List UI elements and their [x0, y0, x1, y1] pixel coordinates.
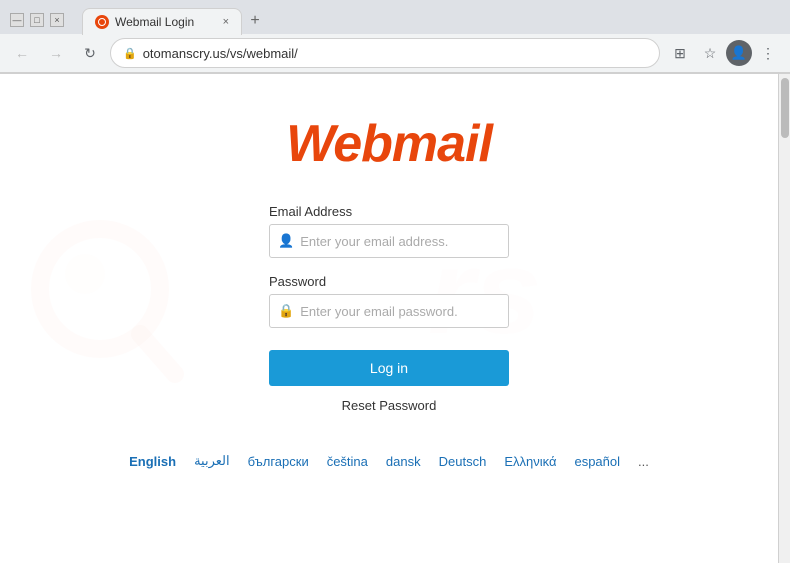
url-text: otomanscry.us/vs/webmail/ — [143, 46, 298, 61]
lang-item-ar[interactable]: العربية — [194, 453, 230, 469]
tab-title: Webmail Login — [115, 15, 194, 29]
login-button[interactable]: Log in — [269, 350, 509, 386]
menu-button[interactable]: ⋮ — [754, 39, 782, 67]
user-icon: 👤 — [278, 233, 294, 249]
page-content: rs Webmail Email Address 👤 Password 🔒 — [0, 74, 778, 563]
extensions-button[interactable]: ⊞ — [666, 39, 694, 67]
scrollbar[interactable] — [778, 74, 790, 563]
password-input-wrapper: 🔒 — [269, 294, 509, 328]
reset-password-link[interactable]: Reset Password — [342, 398, 437, 413]
nav-right-controls: ⊞ ☆ 👤 ⋮ — [666, 39, 782, 67]
email-label: Email Address — [269, 204, 509, 219]
login-container: Webmail Email Address 👤 Password 🔒 Log i… — [0, 74, 778, 563]
new-tab-button[interactable]: + — [242, 8, 268, 34]
back-button[interactable]: ← — [8, 39, 36, 67]
tab-favicon — [95, 15, 109, 29]
address-bar[interactable]: 🔒 otomanscry.us/vs/webmail/ — [110, 38, 660, 68]
lang-item-de[interactable]: Deutsch — [439, 454, 487, 469]
reload-button[interactable]: ↻ — [76, 39, 104, 67]
title-bar: — □ × Webmail Login × + — [0, 0, 790, 34]
lang-item-da[interactable]: dansk — [386, 454, 421, 469]
window-controls[interactable]: — □ × — [10, 13, 64, 27]
active-tab[interactable]: Webmail Login × — [82, 8, 242, 35]
nav-bar: ← → ↻ 🔒 otomanscry.us/vs/webmail/ ⊞ ☆ 👤 … — [0, 34, 790, 73]
browser-content-wrapper: rs Webmail Email Address 👤 Password 🔒 — [0, 74, 790, 563]
tab-close-button[interactable]: × — [223, 16, 229, 28]
webmail-logo: Webmail — [286, 114, 492, 174]
forward-button[interactable]: → — [42, 39, 70, 67]
password-form-group: Password 🔒 — [269, 274, 509, 328]
lang-item-cs[interactable]: čeština — [327, 454, 368, 469]
password-label: Password — [269, 274, 509, 289]
close-button[interactable]: × — [50, 13, 64, 27]
email-form-group: Email Address 👤 — [269, 204, 509, 258]
lang-item-bg[interactable]: български — [248, 454, 309, 469]
maximize-button[interactable]: □ — [30, 13, 44, 27]
lock-field-icon: 🔒 — [278, 303, 294, 319]
lock-icon: 🔒 — [123, 47, 137, 60]
bookmark-button[interactable]: ☆ — [696, 39, 724, 67]
email-input[interactable] — [300, 234, 500, 249]
profile-button[interactable]: 👤 — [726, 40, 752, 66]
language-bar: English العربية български čeština dansk Deuts… — [129, 453, 649, 469]
lang-item-el[interactable]: Ελληνικά — [504, 454, 556, 469]
minimize-button[interactable]: — — [10, 13, 24, 27]
email-input-wrapper: 👤 — [269, 224, 509, 258]
lang-item-es[interactable]: español — [574, 454, 620, 469]
browser-chrome: — □ × Webmail Login × + ← → ↻ 🔒 otomansc… — [0, 0, 790, 74]
lang-item-en[interactable]: English — [129, 454, 176, 469]
tabs-row: Webmail Login × + — [74, 7, 276, 34]
more-languages-button[interactable]: ... — [638, 454, 649, 469]
password-input[interactable] — [300, 304, 500, 319]
scrollbar-thumb[interactable] — [781, 78, 789, 138]
